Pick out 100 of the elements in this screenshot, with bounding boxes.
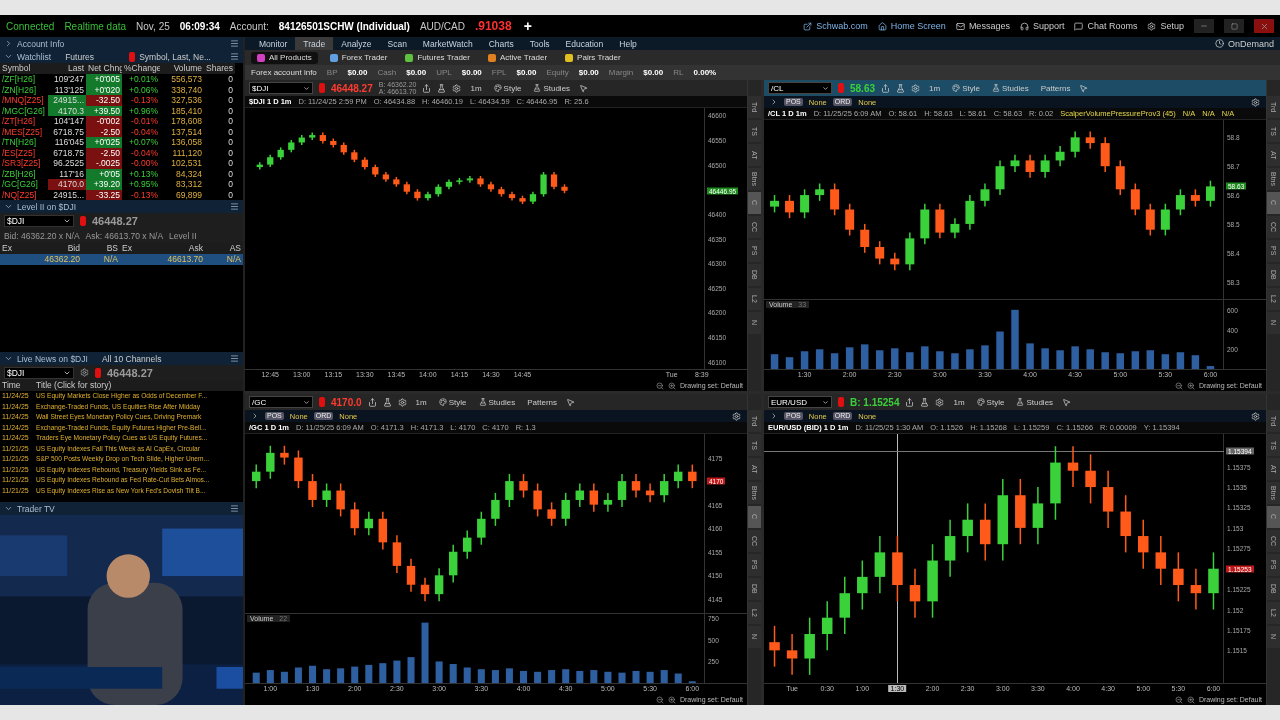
menu-tab[interactable]: Education [557, 37, 612, 50]
table-cell-text: 338,740 [170, 84, 203, 95]
toolbar-button[interactable]: Studies [1013, 397, 1057, 407]
toolbar-button[interactable]: Patterns [1037, 83, 1074, 93]
toolbar-button[interactable]: Studies [475, 397, 519, 407]
symbol-cell[interactable]: /SR3[Z25] [0, 158, 48, 169]
field-value: 0.00% [693, 68, 717, 77]
column-header[interactable]: Time [0, 380, 34, 391]
symbol-cell[interactable]: /ZN[H26] [0, 84, 48, 95]
product-tab[interactable]: Forex Trader [323, 51, 394, 64]
menu-tab[interactable]: Charts [480, 37, 522, 50]
menu-tab[interactable]: Scan [379, 37, 415, 50]
symbol-cell[interactable]: /TN[H26] [0, 137, 48, 148]
table-cell: +0'025 [86, 137, 122, 148]
toolbar-button[interactable]: Patterns [524, 397, 560, 407]
panel-title: Live News on $DJI [17, 353, 88, 364]
column-header[interactable]: Shares [204, 63, 235, 74]
toolbar-button[interactable]: Style [435, 397, 470, 407]
field-label: RL [673, 68, 684, 77]
product-tab[interactable]: Futures Trader [399, 51, 476, 64]
column-header[interactable]: Ex [0, 243, 40, 254]
table-cell-text: -0.13% [130, 95, 159, 106]
menu-tab[interactable]: Trade [295, 37, 334, 50]
channels-menu: All 10 Channels [101, 353, 162, 364]
table-cell: +39.20 [86, 179, 122, 190]
symbol-field[interactable]: /CL [768, 82, 832, 94]
toolbar-button[interactable]: 1m [950, 397, 968, 407]
table-cell-text: 84,324 [175, 168, 203, 179]
symbol-field[interactable]: EUR/USD [768, 396, 832, 408]
watchlist-name: Futures [65, 51, 95, 62]
field-label: Margin [608, 68, 634, 77]
column-header[interactable]: Title (Click for story) [34, 380, 243, 391]
symbol-cell[interactable]: /ZT[H26] [0, 116, 48, 127]
toolbar-button[interactable]: 1m [412, 397, 430, 407]
symbol-field[interactable]: /GC [249, 396, 313, 408]
table-cell: -0'002 [86, 116, 122, 127]
status-text: Connected [6, 20, 55, 32]
symbol-cell[interactable]: /MGC[G26] [0, 105, 48, 116]
columns-menu: Symbol, Last, Ne... [139, 51, 211, 62]
column-header[interactable]: Symbol [0, 63, 48, 74]
symbol-cell[interactable]: /NQ[Z25] [0, 189, 48, 200]
menu-tab[interactable]: MarketWatch [414, 37, 481, 50]
table-cell-text: 0 [227, 158, 234, 169]
table-cell-text: 0 [227, 137, 234, 148]
toolbar-button[interactable]: Style [949, 83, 983, 93]
last-price: 46448.27 [107, 366, 153, 379]
toolbar-button[interactable]: Style [490, 83, 525, 93]
toolbar-button[interactable]: Style [973, 397, 1008, 407]
table-cell-text: +0.07% [127, 137, 159, 148]
top-link[interactable]: Setup [1147, 21, 1184, 31]
table-cell: 4170.3 [48, 105, 86, 116]
symbol-cell[interactable]: /MNQ[Z25] [0, 95, 48, 106]
symbol-cell[interactable]: /ES[Z25] [0, 147, 48, 158]
column-header[interactable]: Ex [120, 243, 160, 254]
menu-tab[interactable]: Help [611, 37, 645, 50]
symbol-cell[interactable]: /GC[G26] [0, 179, 48, 190]
menu-tab[interactable]: Analyze [333, 37, 380, 50]
column-header[interactable]: Bid [40, 243, 82, 254]
top-link[interactable]: Chat Rooms [1074, 21, 1138, 31]
table-cell-text: -0.00% [130, 158, 159, 169]
column-header[interactable]: Volume [160, 63, 204, 74]
account-label: Account: [229, 20, 269, 32]
panel-title: Level II on $DJI [17, 201, 77, 212]
column-header[interactable]: Ask [160, 243, 205, 254]
menu-tab[interactable]: Tools [521, 37, 558, 50]
product-tab[interactable]: Pairs Trader [559, 51, 627, 64]
date-text: Nov, 25 [136, 20, 170, 32]
toolbar-button[interactable]: Studies [530, 83, 574, 93]
field-value: $0.00 [347, 68, 368, 77]
toolbar-button[interactable]: Studies [988, 83, 1032, 93]
toolbar-button[interactable]: 1m [467, 83, 485, 93]
table-cell: N/A [82, 254, 120, 265]
table-cell: -.0025 [86, 158, 122, 169]
top-link[interactable]: Home Screen [877, 21, 946, 31]
on-demand-button[interactable]: OnDemand [1214, 37, 1280, 50]
table-cell-text: +0.06% [127, 84, 159, 95]
column-header[interactable]: BS [82, 243, 120, 254]
bid-text: Bid: 46362.20 x N/A [4, 230, 80, 241]
column-header[interactable]: Last [48, 63, 86, 74]
table-cell-text: -0.04% [130, 126, 159, 137]
add-button[interactable]: + [521, 18, 534, 34]
menu-tab[interactable]: Monitor [251, 37, 296, 50]
top-link[interactable]: Support [1019, 21, 1065, 31]
symbol-cell[interactable]: /MES[Z25] [0, 126, 48, 137]
product-tab[interactable]: All Products [251, 51, 318, 64]
symbol-cell[interactable]: /ZF[H26] [0, 74, 48, 85]
table-cell-text: 556,573 [170, 74, 203, 85]
symbol-field[interactable]: $DJI [4, 366, 74, 379]
symbol-field[interactable]: $DJI [4, 214, 74, 227]
column-header[interactable]: AS [205, 243, 243, 254]
symbol-field[interactable]: $DJI [249, 82, 313, 94]
top-link[interactable]: Schwab.com [803, 21, 868, 31]
status-text: Realtime data [64, 20, 127, 32]
toolbar-button[interactable]: 1m [926, 83, 944, 93]
column-header[interactable]: %Change [122, 63, 160, 74]
top-link[interactable]: Messages [955, 21, 1010, 31]
field-value: $0.00 [406, 68, 427, 77]
table-cell-text: 0 [227, 74, 234, 85]
product-tab[interactable]: Active Trader [481, 51, 554, 64]
symbol-cell[interactable]: /ZB[H26] [0, 168, 48, 179]
